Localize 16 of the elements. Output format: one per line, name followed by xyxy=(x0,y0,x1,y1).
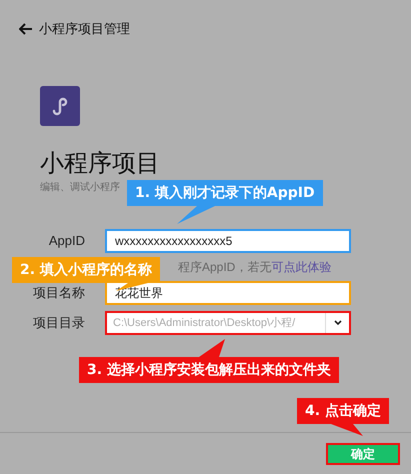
chevron-down-icon xyxy=(334,320,342,326)
folder-select[interactable]: C:\Users\Administrator\Desktop\小程/ xyxy=(105,311,351,335)
input-field[interactable]: wxxxxxxxxxxxxxxxxx5 xyxy=(105,229,351,253)
field-label: 项目名称 xyxy=(32,284,86,302)
folder-path: C:\Users\Administrator\Desktop\小程/ xyxy=(112,316,296,331)
confirm-button[interactable]: 确定 xyxy=(326,442,400,464)
app-logo xyxy=(40,86,80,126)
back-arrow-icon[interactable] xyxy=(19,23,33,35)
project-title: 小程序项目 xyxy=(40,150,161,178)
callout-tail xyxy=(177,206,215,224)
page-title: 小程序项目管理 xyxy=(39,20,130,38)
try-link[interactable]: 可点此体验 xyxy=(271,258,332,276)
project-subtitle: 编辑、调试小程序 xyxy=(40,180,120,195)
field-label: 项目目录 xyxy=(32,314,86,332)
hint-text: 程序AppID，若无 xyxy=(178,259,272,276)
field-label: AppID xyxy=(48,232,86,250)
